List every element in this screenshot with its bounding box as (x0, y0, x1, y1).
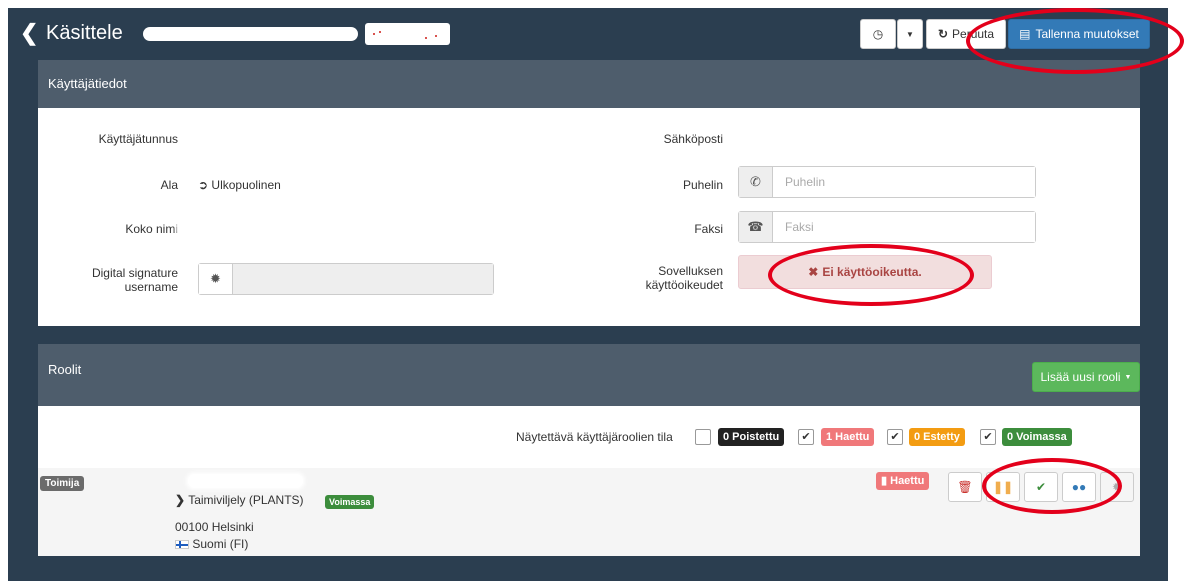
filter-checkbox-deleted[interactable] (695, 429, 711, 445)
area-value: ➲ Ulkopuolinen (198, 178, 281, 192)
chevron-right-icon: ❯ (175, 493, 186, 507)
filter-checkbox-applied[interactable]: ✔ (798, 429, 814, 445)
email-label: Sähköposti (663, 132, 723, 146)
sign-out-icon: ➲ (198, 178, 209, 192)
role-address: 00100 Helsinki (175, 520, 254, 534)
delete-role-button[interactable]: 🗑 (948, 472, 982, 502)
redacted-fullname (178, 220, 318, 238)
cancel-button[interactable]: ↻ Peruuta (926, 19, 1006, 49)
redacted-email (728, 126, 908, 146)
filter-checkbox-active[interactable]: ✔ (980, 429, 996, 445)
chevron-left-icon[interactable]: ❮ (20, 20, 38, 46)
pause-role-button[interactable]: ❚❚ (986, 472, 1020, 502)
role-users-button[interactable]: ●● (1062, 472, 1096, 502)
role-status-badge: ▮ Haettu (876, 472, 930, 490)
cancel-label: Peruuta (952, 27, 995, 41)
filter-badge-applied: 1 Haettu (821, 428, 875, 446)
user-info-panel-title: Käyttäjätiedot (38, 60, 1140, 108)
role-certificate-button[interactable]: ✹ (1100, 472, 1134, 502)
certificate-icon: ✹ (199, 264, 233, 294)
filter-checkbox-blocked[interactable]: ✔ (887, 429, 903, 445)
roles-panel-title: Roolit (38, 344, 1140, 406)
fax-input[interactable] (773, 212, 1035, 242)
fax-label: Faksi (694, 222, 723, 236)
phone-input[interactable] (773, 167, 1035, 197)
app-window: ❮ Käsittele ◷ ▼ ↻ Peruuta ▤ Tallenna muu… (8, 8, 1168, 581)
no-rights-alert: ✖ Ei käyttöoikeutta. (738, 255, 992, 289)
finland-flag-icon (175, 540, 189, 550)
history-button[interactable]: ◷ (860, 19, 896, 49)
save-label: Tallenna muutokset (1035, 27, 1139, 41)
phone-field[interactable]: ✆ (738, 166, 1036, 198)
user-info-panel: Käyttäjätiedot Käyttäjätunnus Ala ➲ Ulko… (38, 60, 1140, 326)
save-icon: ▤ (1019, 27, 1031, 41)
phone-icon: ✆ (739, 167, 773, 197)
history-dropdown-button[interactable]: ▼ (897, 19, 923, 49)
signature-field[interactable]: ✹ (198, 263, 494, 295)
app-rights-label: Sovelluksen käyttöoikeudet (645, 264, 723, 292)
approve-role-button[interactable]: ✔ (1024, 472, 1058, 502)
org-status-badge: Voimassa (325, 495, 375, 509)
top-bar: ❮ Käsittele ◷ ▼ ↻ Peruuta ▤ Tallenna muu… (8, 8, 1168, 60)
add-role-button[interactable]: Lisää uusi rooli ▼ (1032, 362, 1140, 392)
filter-badge-blocked: 0 Estetty (909, 428, 965, 446)
trash-icon: 🗑 (957, 480, 973, 494)
redacted-name (143, 27, 358, 41)
signature-label: Digital signature username (91, 266, 178, 294)
role-country: Suomi (FI) (175, 537, 248, 551)
role-type-badge: Toimija (40, 476, 85, 491)
clock-icon: ◷ (872, 27, 884, 41)
fullname-label: Koko nimi (125, 222, 178, 236)
redacted-badge (365, 23, 450, 45)
page-title: Käsittele (46, 22, 123, 44)
save-button[interactable]: ▤ Tallenna muutokset (1008, 19, 1150, 49)
users-icon: ●● (1071, 480, 1087, 494)
certificate-icon: ✹ (1111, 480, 1123, 494)
redacted-org-name (188, 474, 303, 488)
org-line[interactable]: ❯ Taimiviljely (PLANTS) (175, 493, 304, 507)
role-row: Toimija ❯ Taimiviljely (PLANTS) Voimassa… (38, 468, 1140, 556)
filter-badge-deleted: 0 Poistettu (718, 428, 785, 446)
org-name: Taimiviljely (PLANTS) (188, 493, 304, 507)
filter-badge-active: 0 Voimassa (1002, 428, 1072, 446)
roles-panel: Roolit Lisää uusi rooli ▼ Näytettävä käy… (38, 344, 1140, 556)
caret-down-icon: ▼ (906, 29, 914, 39)
role-filter-label: Näytettävä käyttäjäroolien tila (516, 430, 673, 444)
check-icon: ✔ (1035, 480, 1047, 494)
phone-label: Puhelin (682, 178, 723, 192)
caret-down-icon: ▼ (1124, 373, 1132, 381)
username-label: Käyttäjätunnus (98, 132, 178, 146)
comment-icon: ▮ (881, 475, 888, 487)
fax-field[interactable]: ☎ (738, 211, 1036, 243)
pause-icon: ❚❚ (992, 480, 1014, 494)
fax-icon: ☎ (739, 212, 773, 242)
area-label: Ala (160, 178, 178, 192)
times-icon: ✖ (808, 265, 819, 279)
refresh-icon: ↻ (937, 27, 949, 41)
redacted-username (193, 132, 253, 144)
